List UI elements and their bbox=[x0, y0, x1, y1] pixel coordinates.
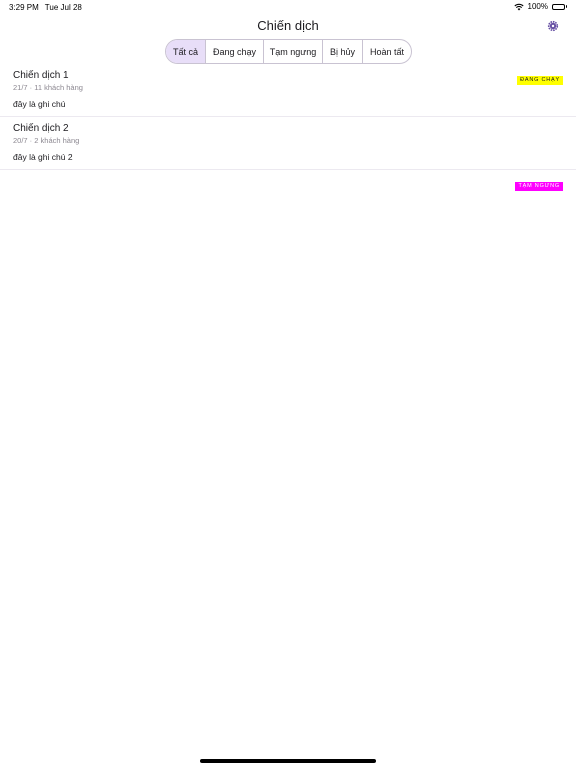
battery-percent: 100% bbox=[527, 2, 548, 11]
status-date: Tue Jul 28 bbox=[44, 3, 82, 12]
tab-completed[interactable]: Hoàn tất bbox=[362, 40, 411, 63]
campaign-note: đây là ghi chú bbox=[13, 99, 66, 109]
status-right: 100% bbox=[513, 2, 567, 11]
status-bar: 3:29 PM Tue Jul 28 100% bbox=[0, 0, 576, 14]
tab-paused[interactable]: Tạm ngưng bbox=[263, 40, 322, 63]
campaign-list: Chiến dịch 1 21/7 · 11 khách hàng đây là… bbox=[0, 64, 576, 191]
campaign-meta: 20/7 · 2 khách hàng bbox=[13, 136, 80, 145]
status-filter: Tất cả Đang chạy Tạm ngưng Bị hủy Hoàn t… bbox=[165, 39, 412, 64]
status-badge: TẠM NGƯNG bbox=[515, 182, 563, 191]
page-title: Chiến dịch bbox=[257, 18, 319, 33]
tab-running[interactable]: Đang chạy bbox=[205, 40, 263, 63]
campaign-item[interactable]: Chiến dịch 1 21/7 · 11 khách hàng đây là… bbox=[0, 64, 576, 117]
gear-icon[interactable] bbox=[547, 20, 559, 32]
tab-cancelled[interactable]: Bị hủy bbox=[322, 40, 362, 63]
campaign-item[interactable]: Chiến dịch 2 20/7 · 2 khách hàng đây là … bbox=[0, 117, 576, 191]
campaign-name: Chiến dịch 2 bbox=[13, 123, 69, 134]
status-left: 3:29 PM Tue Jul 28 bbox=[9, 3, 82, 12]
tab-all[interactable]: Tất cả bbox=[166, 40, 205, 63]
home-indicator[interactable] bbox=[200, 759, 376, 763]
status-time: 3:29 PM bbox=[9, 3, 39, 12]
campaign-meta: 21/7 · 11 khách hàng bbox=[13, 83, 83, 92]
campaign-name: Chiến dịch 1 bbox=[13, 70, 69, 81]
wifi-icon bbox=[513, 3, 524, 10]
campaign-note: đây là ghi chú 2 bbox=[13, 152, 73, 162]
status-badge: ĐANG CHẠY bbox=[517, 76, 563, 85]
battery-icon bbox=[552, 3, 567, 10]
